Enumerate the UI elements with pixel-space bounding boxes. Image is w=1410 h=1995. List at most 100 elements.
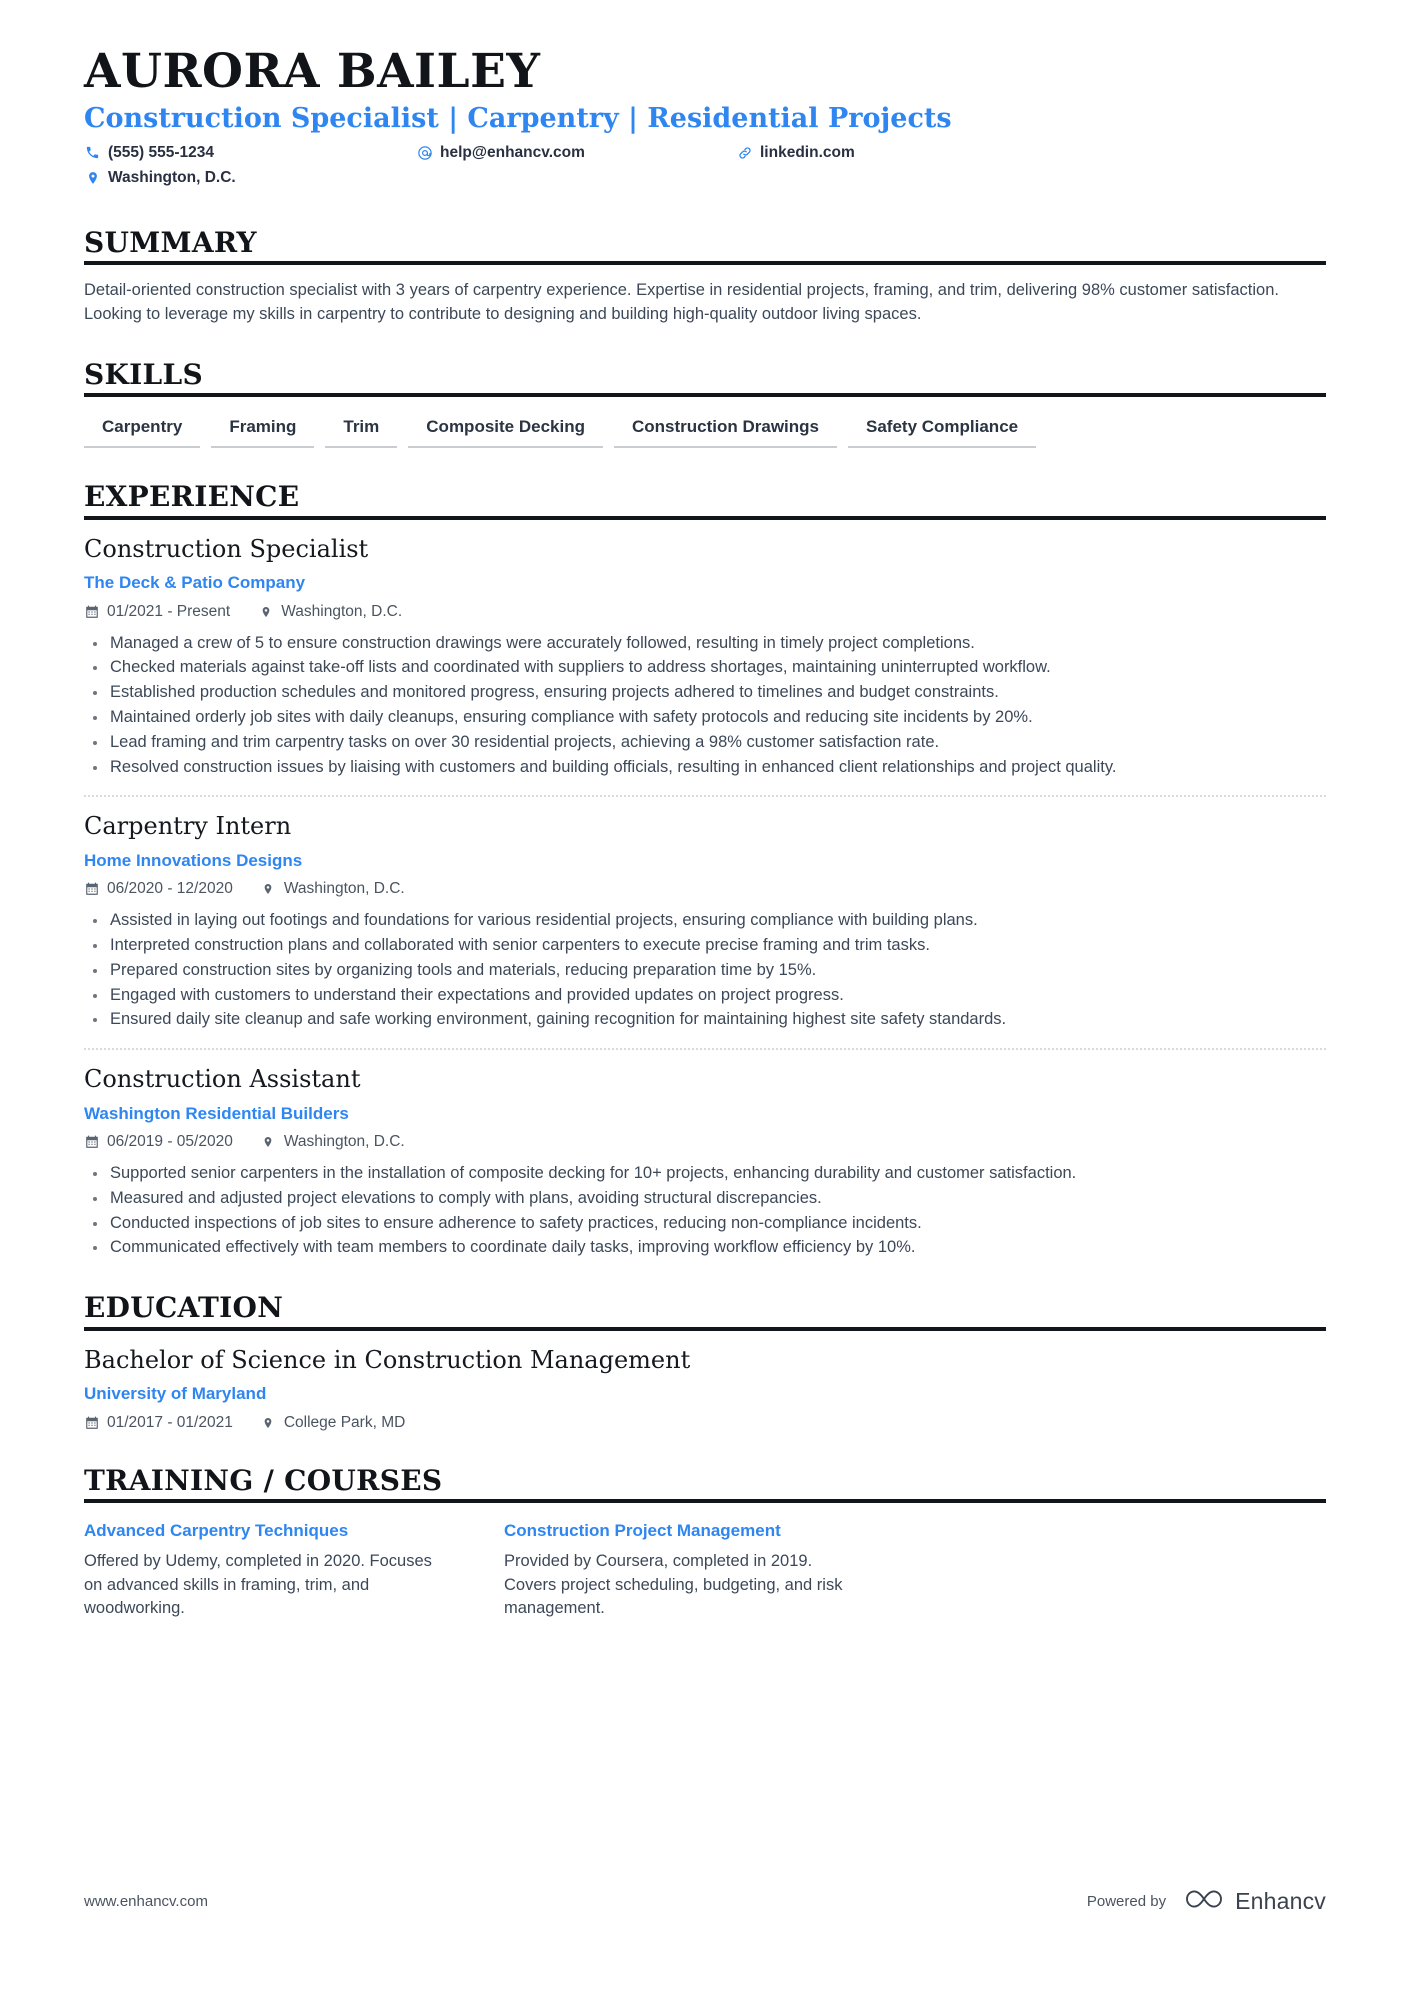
contact-linkedin-text: linkedin.com bbox=[760, 143, 855, 161]
entry-dates: 06/2019 - 05/2020 bbox=[84, 1133, 233, 1151]
page-footer: www.enhancv.com Powered by Enhancv bbox=[84, 1886, 1326, 1917]
entry-location: Washington, D.C. bbox=[261, 880, 405, 898]
entry-meta: 06/2019 - 05/2020 Washington, D.C. bbox=[84, 1133, 1326, 1151]
company-name[interactable]: Home Innovations Designs bbox=[84, 851, 1326, 871]
experience-entry: Carpentry Intern Home Innovations Design… bbox=[84, 797, 1326, 1031]
education-entry: Bachelor of Science in Construction Mana… bbox=[84, 1331, 1326, 1432]
footer-brand-block: Powered by Enhancv bbox=[1087, 1886, 1326, 1917]
skill-chip: Trim bbox=[325, 417, 398, 449]
entry-dates-text: 06/2020 - 12/2020 bbox=[107, 880, 233, 898]
skill-chip: Composite Decking bbox=[408, 417, 603, 449]
experience-heading: EXPERIENCE bbox=[84, 480, 300, 514]
course-title[interactable]: Construction Project Management bbox=[504, 1521, 924, 1541]
company-name[interactable]: Washington Residential Builders bbox=[84, 1104, 1326, 1124]
entry-location: Washington, D.C. bbox=[258, 603, 402, 621]
contact-block: (555) 555-1234 help@enhancv.com linkedin… bbox=[84, 144, 1326, 194]
entry-meta: 01/2021 - Present Washington, D.C. bbox=[84, 603, 1326, 621]
job-title: Construction Assistant bbox=[84, 1065, 361, 1094]
education-heading: EDUCATION bbox=[84, 1291, 284, 1325]
entry-meta: 01/2017 - 01/2021 College Park, MD bbox=[84, 1414, 1326, 1432]
contact-phone[interactable]: (555) 555-1234 bbox=[84, 144, 416, 162]
bullet-item: Interpreted construction plans and colla… bbox=[84, 934, 1310, 957]
experience-entry: Construction Specialist The Deck & Patio… bbox=[84, 520, 1326, 779]
enhancv-brand-name: Enhancv bbox=[1235, 1888, 1326, 1914]
calendar-icon bbox=[84, 1415, 99, 1430]
bullet-item: Established production schedules and mon… bbox=[84, 681, 1310, 704]
contact-row-secondary: Washington, D.C. bbox=[84, 169, 1326, 194]
entry-dates: 01/2017 - 01/2021 bbox=[84, 1414, 233, 1432]
school-name[interactable]: University of Maryland bbox=[84, 1384, 1326, 1404]
entry-dates: 06/2020 - 12/2020 bbox=[84, 880, 233, 898]
entry-bullets: Assisted in laying out footings and foun… bbox=[84, 909, 1326, 1031]
bullet-item: Lead framing and trim carpentry tasks on… bbox=[84, 731, 1310, 754]
bullet-item: Prepared construction sites by organizin… bbox=[84, 959, 1310, 982]
bullet-item: Assisted in laying out footings and foun… bbox=[84, 909, 1310, 932]
training-heading: TRAINING / COURSES bbox=[84, 1463, 443, 1497]
contact-location-text: Washington, D.C. bbox=[108, 168, 236, 186]
contact-email-text: help@enhancv.com bbox=[440, 143, 585, 161]
summary-rule bbox=[84, 261, 1326, 266]
entry-meta: 06/2020 - 12/2020 Washington, D.C. bbox=[84, 880, 1326, 898]
location-icon bbox=[84, 169, 101, 186]
resume-sheet: AURORA BAILEY Construction Specialist | … bbox=[84, 0, 1326, 1995]
location-icon bbox=[261, 882, 276, 897]
entry-dates-text: 01/2021 - Present bbox=[107, 602, 231, 620]
calendar-icon bbox=[84, 604, 99, 619]
powered-by-label: Powered by bbox=[1086, 1893, 1167, 1910]
entry-dates-text: 06/2019 - 05/2020 bbox=[107, 1133, 233, 1151]
summary-text: Detail-oriented construction specialist … bbox=[84, 281, 1279, 323]
entry-location: Washington, D.C. bbox=[261, 1133, 405, 1151]
contact-email[interactable]: help@enhancv.com bbox=[416, 144, 736, 162]
enhancv-logo-icon bbox=[1182, 1886, 1226, 1917]
course-item: Construction Project Management Provided… bbox=[504, 1521, 924, 1621]
contact-linkedin[interactable]: linkedin.com bbox=[736, 144, 1036, 162]
job-title: Carpentry Intern bbox=[84, 812, 292, 841]
footer-url[interactable]: www.enhancv.com bbox=[84, 1893, 208, 1910]
course-title[interactable]: Advanced Carpentry Techniques bbox=[84, 1521, 504, 1541]
resume-header: AURORA BAILEY Construction Specialist | … bbox=[84, 0, 1326, 194]
skill-chip: Safety Compliance bbox=[848, 417, 1037, 449]
contact-phone-text: (555) 555-1234 bbox=[108, 143, 214, 161]
course-description: Offered by Udemy, completed in 2020. Foc… bbox=[84, 1552, 432, 1618]
section-education: EDUCATION Bachelor of Science in Constru… bbox=[84, 1293, 1326, 1431]
section-training: TRAINING / COURSES Advanced Carpentry Te… bbox=[84, 1463, 1326, 1621]
experience-entry: Construction Assistant Washington Reside… bbox=[84, 1050, 1326, 1259]
contact-row-primary: (555) 555-1234 help@enhancv.com linkedin… bbox=[84, 144, 1326, 169]
course-description: Provided by Coursera, completed in 2019.… bbox=[504, 1552, 843, 1618]
enhancv-brand: Enhancv bbox=[1182, 1886, 1326, 1917]
skills-list: Carpentry Framing Trim Composite Decking… bbox=[84, 417, 1326, 449]
entry-location-text: Washington, D.C. bbox=[281, 602, 403, 620]
bullet-item: Resolved construction issues by liaising… bbox=[84, 756, 1310, 779]
skill-chip: Framing bbox=[211, 417, 315, 449]
degree-title: Bachelor of Science in Construction Mana… bbox=[84, 1345, 691, 1374]
section-summary: SUMMARY Detail-oriented construction spe… bbox=[84, 225, 1326, 326]
bullet-item: Supported senior carpenters in the insta… bbox=[84, 1162, 1310, 1185]
company-name[interactable]: The Deck & Patio Company bbox=[84, 573, 1326, 593]
summary-heading: SUMMARY bbox=[84, 225, 257, 259]
entry-bullets: Managed a crew of 5 to ensure constructi… bbox=[84, 632, 1326, 779]
bullet-item: Conducted inspections of job sites to en… bbox=[84, 1212, 1310, 1235]
training-rule bbox=[84, 1498, 1326, 1503]
bullet-item: Managed a crew of 5 to ensure constructi… bbox=[84, 632, 1310, 655]
link-icon bbox=[736, 144, 753, 161]
bullet-item: Ensured daily site cleanup and safe work… bbox=[84, 1008, 1310, 1031]
location-icon bbox=[258, 604, 273, 619]
entry-location-text: Washington, D.C. bbox=[283, 1133, 405, 1151]
bullet-item: Communicated effectively with team membe… bbox=[84, 1236, 1310, 1259]
entry-dates-text: 01/2017 - 01/2021 bbox=[107, 1413, 233, 1431]
contact-location: Washington, D.C. bbox=[84, 169, 416, 187]
bullet-item: Checked materials against take-off lists… bbox=[84, 656, 1310, 679]
calendar-icon bbox=[84, 882, 99, 897]
skills-rule bbox=[84, 393, 1326, 398]
location-icon bbox=[261, 1135, 276, 1150]
section-skills: SKILLS Carpentry Framing Trim Composite … bbox=[84, 357, 1326, 449]
courses-list: Advanced Carpentry Techniques Offered by… bbox=[84, 1521, 1326, 1621]
job-title: Construction Specialist bbox=[84, 534, 369, 563]
entry-dates: 01/2021 - Present bbox=[84, 603, 230, 621]
skills-heading: SKILLS bbox=[84, 357, 204, 391]
entry-bullets: Supported senior carpenters in the insta… bbox=[84, 1162, 1326, 1259]
entry-location-text: Washington, D.C. bbox=[283, 880, 405, 898]
phone-icon bbox=[84, 144, 101, 161]
calendar-icon bbox=[84, 1135, 99, 1150]
location-icon bbox=[261, 1415, 276, 1430]
